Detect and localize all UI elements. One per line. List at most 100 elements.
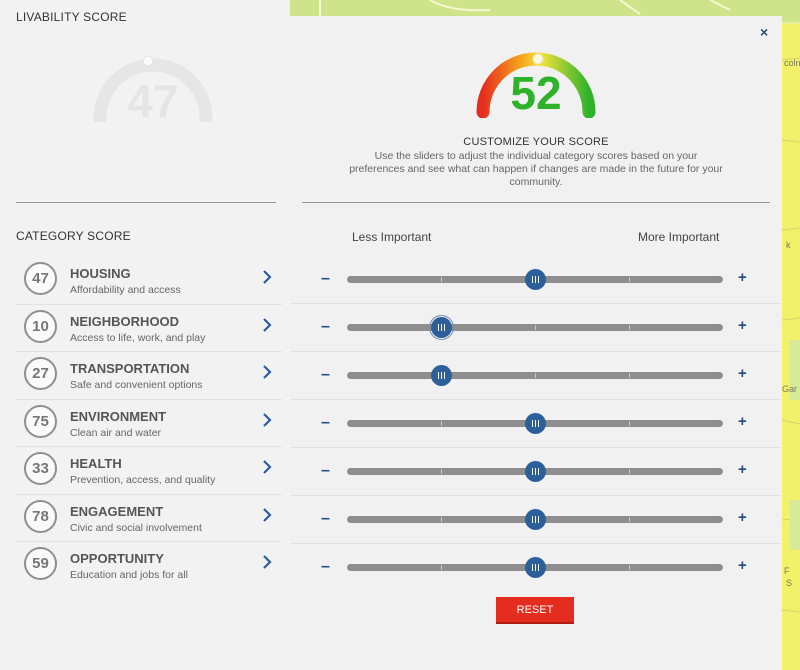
category-item-neighborhood[interactable]: 10 NEIGHBORHOOD Access to life, work, an… <box>16 305 282 352</box>
slider-handle[interactable] <box>524 413 546 434</box>
more-important-label: More Important <box>638 230 720 244</box>
category-description: Education and jobs for all <box>70 569 188 581</box>
decrease-button[interactable]: – <box>321 414 330 432</box>
slider-track[interactable] <box>347 461 723 482</box>
slider-row-opportunity: – + <box>290 544 782 592</box>
slider-track[interactable] <box>347 557 723 578</box>
left-panel: LIVABILITY SCORE 47 CATEGORY SCORE 47 HO… <box>0 0 290 670</box>
category-description: Affordability and access <box>70 284 181 296</box>
category-list: 47 HOUSING Affordability and access 10 N… <box>16 257 282 590</box>
chevron-right-icon <box>263 412 272 427</box>
category-item-transportation[interactable]: 27 TRANSPORTATION Safe and convenient op… <box>16 352 282 400</box>
category-description: Access to life, work, and play <box>70 331 206 344</box>
decrease-button[interactable]: – <box>321 270 330 288</box>
increase-button[interactable]: + <box>738 509 747 526</box>
left-divider <box>16 202 276 203</box>
category-name: TRANSPORTATION <box>70 361 190 376</box>
slider-handle[interactable] <box>428 315 454 340</box>
close-icon[interactable]: × <box>760 24 768 40</box>
chevron-right-icon <box>263 507 272 522</box>
increase-button[interactable]: + <box>738 317 747 334</box>
category-score-badge: 75 <box>24 404 57 438</box>
category-description: Civic and social involvement <box>70 521 202 534</box>
slider-track[interactable] <box>347 413 723 434</box>
map-label: k <box>786 240 791 250</box>
category-description: Safe and convenient options <box>70 379 203 391</box>
slider-row-engagement: – + <box>290 496 782 544</box>
category-score-badge: 10 <box>24 309 57 343</box>
slider-handle[interactable] <box>524 269 546 290</box>
category-score-badge: 59 <box>24 547 57 580</box>
increase-button[interactable]: + <box>738 413 747 430</box>
chevron-right-icon <box>263 270 272 284</box>
decrease-button[interactable]: – <box>321 462 330 480</box>
chevron-right-icon <box>263 317 272 332</box>
chevron-right-icon <box>263 365 272 379</box>
decrease-button[interactable]: – <box>321 558 330 576</box>
slider-list: – + – + – + – + – + – + – + <box>290 256 782 592</box>
map-label: Gar <box>782 384 798 394</box>
category-description: Prevention, access, and quality <box>70 474 216 486</box>
slider-tick <box>441 277 442 282</box>
category-name: ENGAGEMENT <box>70 503 164 519</box>
decrease-button[interactable]: – <box>321 366 330 384</box>
slider-tick <box>629 565 630 570</box>
slider-track[interactable] <box>347 269 723 290</box>
chevron-right-icon <box>263 460 272 474</box>
slider-row-health: – + <box>290 448 782 496</box>
category-score-badge: 47 <box>24 262 57 295</box>
modal-title: CUSTOMIZE YOUR SCORE <box>463 136 609 148</box>
category-score-badge: 78 <box>24 499 57 533</box>
slider-tick <box>629 517 630 522</box>
category-item-opportunity[interactable]: 59 OPPORTUNITY Education and jobs for al… <box>16 542 282 590</box>
livability-score-title: LIVABILITY SCORE <box>16 10 127 24</box>
slider-tick <box>441 517 442 522</box>
slider-track[interactable] <box>347 365 723 386</box>
slider-tick <box>629 421 630 426</box>
slider-handle[interactable] <box>430 365 452 386</box>
modal-divider <box>302 202 770 203</box>
slider-handle[interactable] <box>524 557 546 578</box>
category-name: ENVIRONMENT <box>70 408 167 424</box>
increase-button[interactable]: + <box>738 557 747 574</box>
slider-row-housing: – + <box>290 256 782 304</box>
slider-tick <box>629 373 630 378</box>
increase-button[interactable]: + <box>738 269 747 286</box>
slider-handle[interactable] <box>524 509 546 530</box>
category-score-title: CATEGORY SCORE <box>16 229 131 243</box>
category-name: NEIGHBORHOOD <box>70 313 180 329</box>
customized-score-value: 52 <box>510 67 562 119</box>
slider-tick <box>629 325 630 330</box>
slider-tick <box>535 373 536 378</box>
category-item-engagement[interactable]: 78 ENGAGEMENT Civic and social involveme… <box>16 495 282 542</box>
category-score-badge: 33 <box>24 452 57 485</box>
slider-tick <box>441 565 442 570</box>
slider-tick <box>441 421 442 426</box>
slider-track[interactable] <box>347 509 723 530</box>
slider-track[interactable] <box>347 315 723 340</box>
slider-handle[interactable] <box>524 461 546 482</box>
modal-description: Use the sliders to adjust the individual… <box>349 150 723 188</box>
slider-row-environment: – + <box>290 400 782 448</box>
slider-tick <box>629 277 630 282</box>
slider-tick <box>535 325 536 330</box>
category-name: HEALTH <box>70 456 122 471</box>
livability-score-value: 47 <box>127 75 179 127</box>
decrease-button[interactable]: – <box>321 510 330 528</box>
map-label: S <box>786 578 793 588</box>
less-important-label: Less Important <box>352 230 432 244</box>
category-item-housing[interactable]: 47 HOUSING Affordability and access <box>16 257 282 305</box>
chevron-right-icon <box>263 555 272 569</box>
category-item-health[interactable]: 33 HEALTH Prevention, access, and qualit… <box>16 447 282 495</box>
category-name: HOUSING <box>70 266 131 281</box>
category-description: Clean air and water <box>70 426 162 439</box>
decrease-button[interactable]: – <box>321 318 330 336</box>
reset-button[interactable]: RESET <box>496 597 574 624</box>
category-item-environment[interactable]: 75 ENVIRONMENT Clean air and water <box>16 400 282 447</box>
increase-button[interactable]: + <box>738 365 747 382</box>
slider-row-neighborhood: – + <box>290 304 782 352</box>
slider-row-transportation: – + <box>290 352 782 400</box>
slider-tick <box>441 469 442 474</box>
increase-button[interactable]: + <box>738 461 747 478</box>
map-label: F <box>784 566 790 576</box>
